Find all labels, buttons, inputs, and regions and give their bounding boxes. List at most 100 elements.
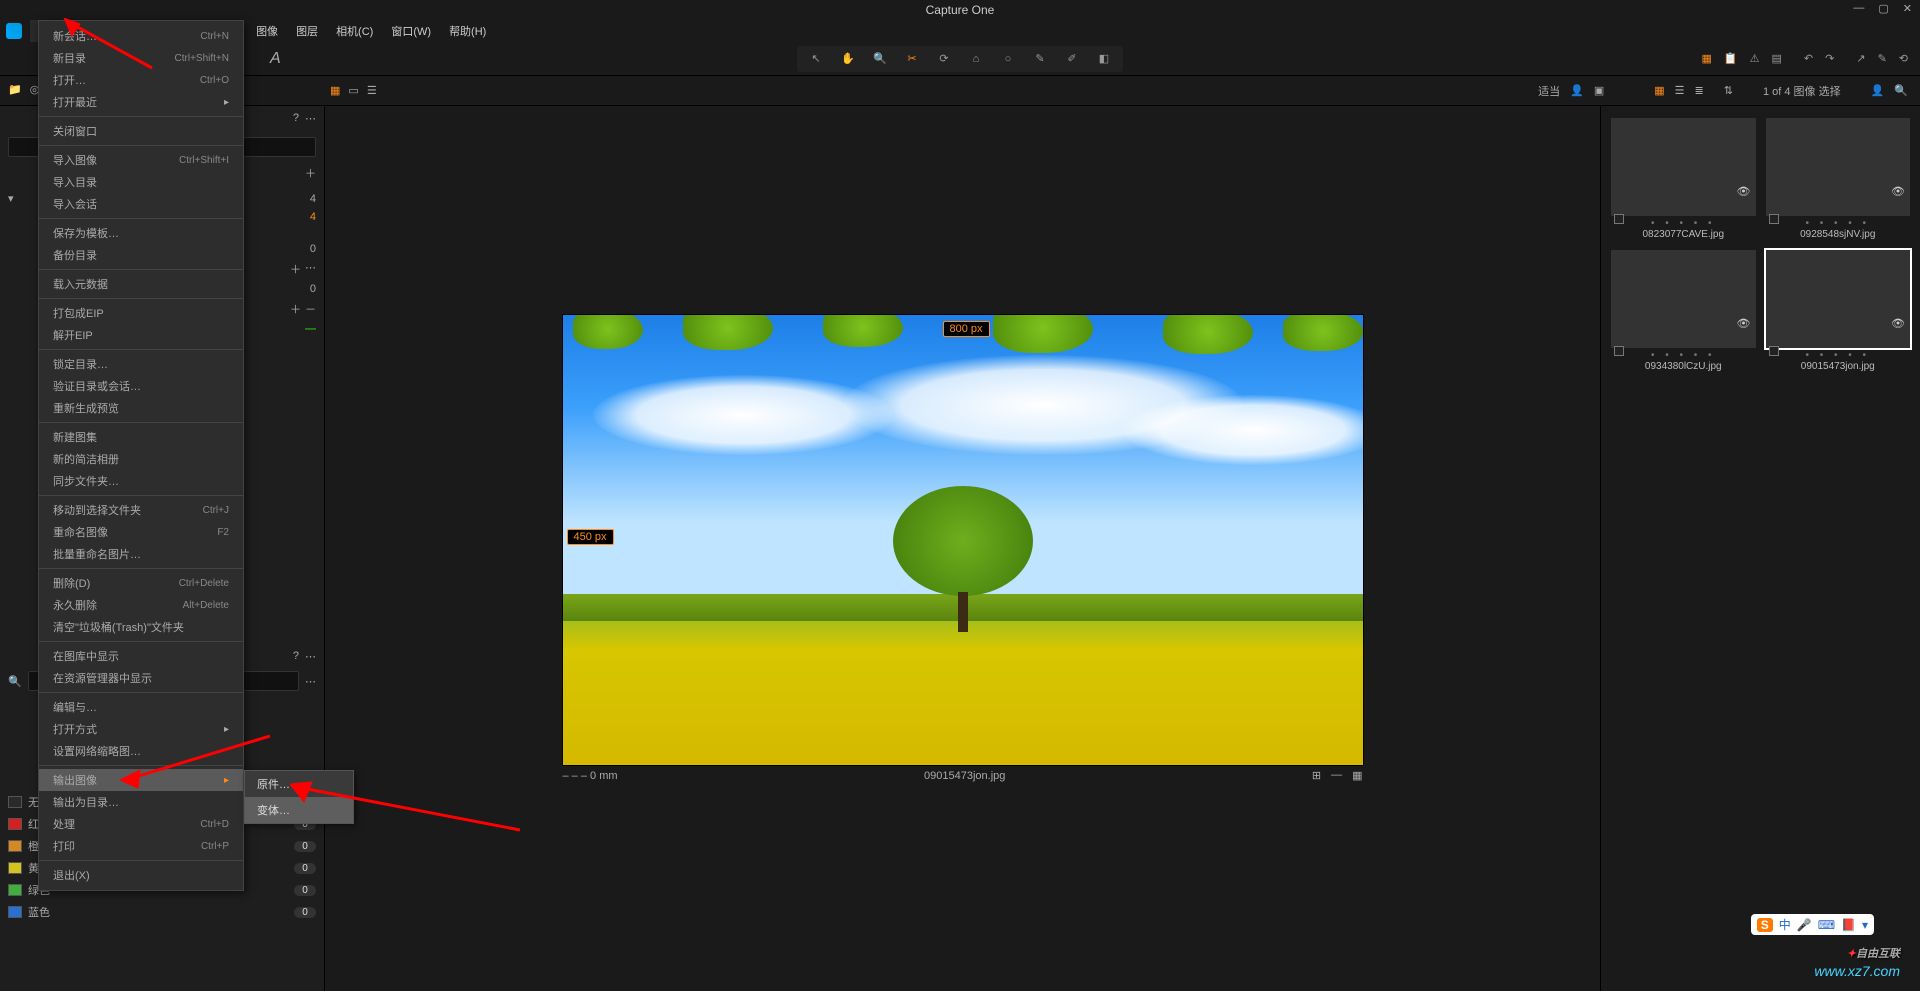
ime-bar[interactable]: S 中 🎤 ⌨ 📕 ▾ [1751,914,1874,935]
undo-icon[interactable]: ↶ [1804,52,1813,65]
submenu-variants[interactable]: 变体… [245,797,353,823]
grid-icon[interactable]: ▤ [1772,52,1782,65]
search-icon[interactable]: 🔍 [1894,84,1908,97]
menu-item[interactable]: 在资源管理器中显示 [39,667,243,689]
menu-item[interactable]: 新目录Ctrl+Shift+N [39,47,243,69]
preview-image[interactable]: 800 px 450 px [563,315,1363,765]
menu-item[interactable]: 打开…Ctrl+O [39,69,243,91]
exposure-sim-icon[interactable]: ▣ [1594,84,1604,97]
redo-icon[interactable]: ↷ [1825,52,1834,65]
thumbnail-detail-icon[interactable]: ≣ [1695,84,1704,97]
rotate-tool-icon[interactable]: ⟳ [935,50,953,68]
loupe-tool-icon[interactable]: 🔍 [871,50,889,68]
library-tab-icon[interactable]: 📁 [8,83,22,99]
menu-item[interactable]: 关闭窗口 [39,120,243,142]
help-icon-2[interactable]: ? [293,650,299,663]
filter-blue[interactable]: 蓝色0 [8,901,316,923]
user-icon[interactable]: 👤 [1871,84,1885,97]
filter-menu-icon[interactable]: ⋯ [305,675,316,688]
menu-item[interactable]: 退出(X) [39,864,243,886]
annotation-tool-icon[interactable]: A [270,50,281,68]
menu-item[interactable]: 备份目录 [39,244,243,266]
add-icon-2[interactable]: ＋ [290,301,301,317]
visibility-icon[interactable]: 👁 [1891,185,1905,198]
menu-item[interactable]: 打开方式 [39,718,243,740]
person-icon[interactable]: 👤 [1570,84,1584,97]
rating-dots[interactable]: • • • • • [1766,218,1911,229]
menu-item[interactable]: 删除(D)Ctrl+Delete [39,572,243,594]
rating-dots[interactable]: • • • • • [1611,218,1756,229]
menu-item[interactable]: 打开最近 [39,91,243,113]
rating-dots[interactable]: • • • • • [1611,350,1756,361]
minimize-icon[interactable]: — [1853,2,1864,15]
thumbnail-checkbox[interactable] [1614,346,1624,356]
thumbnail-item[interactable]: 👁 • • • • • 0928548sjNV.jpg [1766,118,1911,240]
menu-item[interactable]: 打印Ctrl+P [39,835,243,857]
filmstrip-view-icon[interactable]: ▭ [348,84,358,97]
ime-book-icon[interactable]: 📕 [1841,918,1856,932]
ime-dropdown-icon[interactable]: ▾ [1862,918,1868,932]
sort-icon[interactable]: ⇅ [1724,84,1733,97]
add-icon[interactable]: ＋ [290,261,301,277]
thumbnail-checkbox[interactable] [1769,214,1779,224]
menu-window[interactable]: 窗口(W) [383,20,439,42]
menu-item[interactable]: 锁定目录… [39,353,243,375]
close-icon[interactable]: ✕ [1903,2,1912,15]
menu-item[interactable]: 编辑与… [39,696,243,718]
remove-icon[interactable]: － [305,301,316,317]
menu-item[interactable]: 导入会话 [39,193,243,215]
keystone-tool-icon[interactable]: ⌂ [967,50,985,68]
menu-item[interactable]: 处理Ctrl+D [39,813,243,835]
menu-item[interactable]: 导入图像Ctrl+Shift+I [39,149,243,171]
rating-dots[interactable]: • • • • • [1766,350,1911,361]
grid-overlay-icon[interactable]: ▦ [1352,769,1362,782]
filter-search-icon[interactable]: 🔍 [8,675,22,688]
hand-tool-icon[interactable]: ✋ [839,50,857,68]
menu-layer[interactable]: 图层 [288,20,326,42]
menu-image[interactable]: 图像 [248,20,286,42]
visibility-icon[interactable]: 👁 [1737,317,1751,330]
link-icon[interactable]: ⟲ [1899,52,1908,65]
thumbnail-grid-icon[interactable]: ▦ [1654,84,1664,97]
submenu-originals[interactable]: 原件… [245,771,353,797]
menu-item[interactable]: 移动到选择文件夹Ctrl+J [39,499,243,521]
maximize-icon[interactable]: ▢ [1878,2,1888,15]
menu-item[interactable]: 重命名图像F2 [39,521,243,543]
cursor-tool-icon[interactable]: ↖ [807,50,825,68]
thumbnail-item[interactable]: 👁 • • • • • 0823077CAVE.jpg [1611,118,1756,240]
menu-item[interactable]: 载入元数据 [39,273,243,295]
collapse-icon[interactable]: ▾ [8,192,14,205]
menu-help[interactable]: 帮助(H) [441,20,494,42]
menu-item[interactable]: 输出为目录… [39,791,243,813]
crop-tool-icon[interactable]: ✂ [903,50,921,68]
gradient-tool-icon[interactable]: ◧ [1095,50,1113,68]
thumbnail-checkbox[interactable] [1769,346,1779,356]
fit-label[interactable]: 适当 [1538,83,1560,99]
menu-item[interactable]: 导入目录 [39,171,243,193]
warning-icon[interactable]: ⚠ [1750,52,1760,65]
visibility-icon[interactable]: 👁 [1737,185,1751,198]
menu-item[interactable]: 批量重命名图片… [39,543,243,565]
panel-menu-icon[interactable]: ⋯ [305,112,316,125]
spot-tool-icon[interactable]: ○ [999,50,1017,68]
thumbnail-list-icon[interactable]: ☰ [1675,84,1685,97]
menu-item[interactable]: 设置网络缩略图… [39,740,243,762]
zoom-slider-icon[interactable]: — [1331,769,1342,782]
export-icon[interactable]: ↗ [1856,52,1865,65]
menu-item[interactable]: 新会话…Ctrl+N [39,25,243,47]
menu-item[interactable]: 重新生成预览 [39,397,243,419]
eraser-tool-icon[interactable]: ✐ [1063,50,1081,68]
multi-view-icon[interactable]: ▦ [1702,52,1712,65]
thumbnail-checkbox[interactable] [1614,214,1624,224]
menu-item[interactable]: 永久删除Alt+Delete [39,594,243,616]
thumbnail-item[interactable]: 👁 • • • • • 0934380lCzU.jpg [1611,250,1756,372]
edit-icon[interactable]: ✎ [1878,52,1887,65]
add-button[interactable]: ＋ [305,165,316,181]
visibility-icon[interactable]: 👁 [1891,317,1905,330]
thumbnail-item-selected[interactable]: 👁 • • • • • 09015473jon.jpg [1766,250,1911,372]
menu-item[interactable]: 输出图像 [39,769,243,791]
menu-item[interactable]: 保存为模板… [39,222,243,244]
grid-view-icon[interactable]: ▦ [330,84,340,97]
clipboard-icon[interactable]: 📋 [1724,52,1738,65]
panel-menu-icon-3[interactable]: ⋯ [305,650,316,663]
